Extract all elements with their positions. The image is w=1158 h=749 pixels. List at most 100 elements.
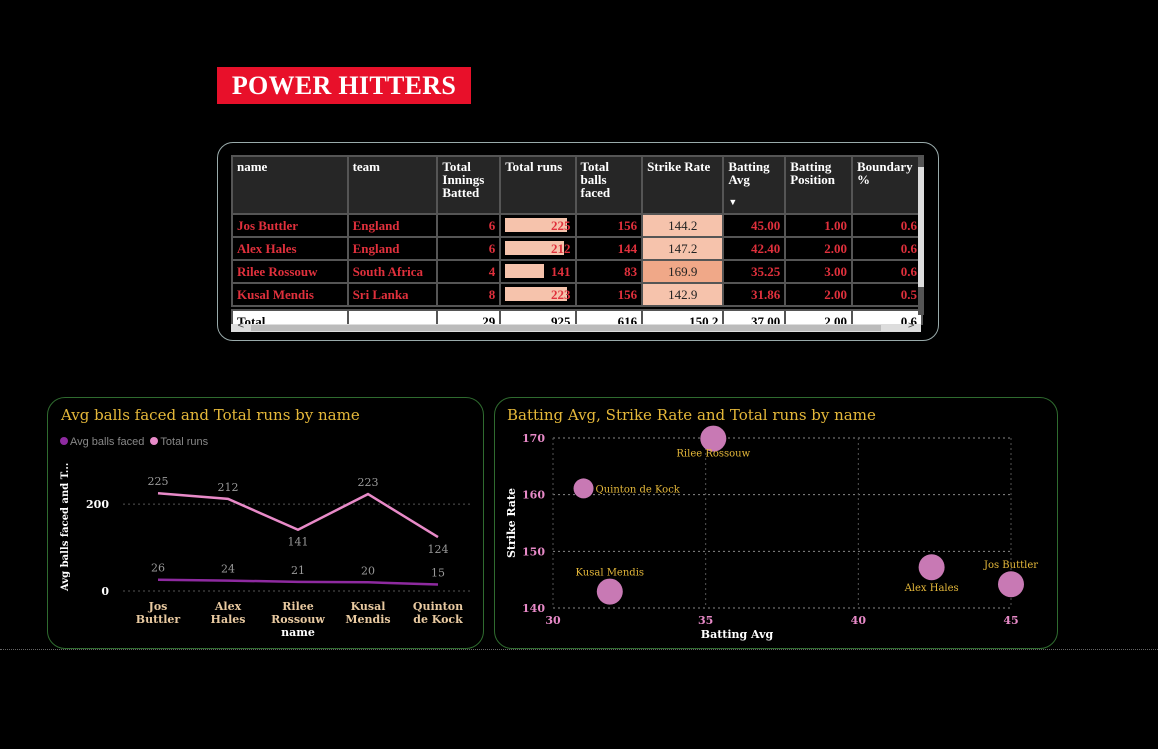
- cell-innings[interactable]: 6: [436, 236, 502, 261]
- cell-team[interactable]: England: [346, 213, 439, 238]
- cell-name[interactable]: Alex Hales: [231, 236, 349, 261]
- scatter-point[interactable]: [596, 578, 623, 605]
- cell-batting-position[interactable]: 2.00: [784, 236, 854, 261]
- x-tick-label: Rossouw: [271, 613, 325, 626]
- cell-team[interactable]: England: [346, 236, 439, 261]
- runs-data-bar: [505, 264, 545, 278]
- column-header-team[interactable]: team: [346, 155, 439, 215]
- y-tick-label: 170: [522, 432, 545, 445]
- scatter-point[interactable]: [573, 478, 594, 499]
- cell-batting-avg[interactable]: 31.86: [722, 282, 787, 307]
- stats-table-viewport: name team Total Innings Batted Total run…: [231, 155, 923, 325]
- data-label: 26: [151, 562, 165, 575]
- cell-batting-position[interactable]: 2.00: [784, 282, 854, 307]
- scroll-right-icon[interactable]: >: [907, 321, 915, 331]
- cell-batting-position[interactable]: 1.00: [784, 213, 854, 238]
- cell-runs-value: 225: [551, 218, 571, 233]
- scatter-point[interactable]: [918, 554, 945, 581]
- column-header-name[interactable]: name: [231, 155, 349, 215]
- x-tick-label: 30: [545, 614, 561, 627]
- data-label: 15: [431, 566, 445, 579]
- horizontal-scrollbar-thumb[interactable]: [251, 325, 881, 331]
- cell-balls[interactable]: 83: [574, 259, 644, 284]
- y-axis-label: Strike Rate: [505, 488, 518, 558]
- scatter-point[interactable]: [998, 571, 1024, 598]
- column-header-boundary[interactable]: Boundary %: [851, 155, 923, 215]
- page-title-banner: POWER HITTERS: [217, 67, 471, 104]
- data-label: 225: [148, 475, 169, 488]
- cell-strike-rate[interactable]: 144.2: [641, 213, 725, 238]
- cell-innings[interactable]: 8: [436, 282, 502, 307]
- cell-runs[interactable]: 223: [499, 282, 577, 307]
- table-row[interactable]: Jos Buttler England 6 225 156 144.2 45.00 1.00 0…: [231, 213, 923, 238]
- cell-runs[interactable]: 225: [499, 213, 577, 238]
- page-divider: [0, 649, 1158, 650]
- x-axis-label: name: [281, 626, 315, 639]
- total-balls: 616: [574, 309, 644, 325]
- series-line-avg-balls: [157, 578, 439, 586]
- total-label: Total: [231, 309, 349, 325]
- cell-runs[interactable]: 141: [499, 259, 577, 284]
- cell-team[interactable]: Sri Lanka: [346, 282, 439, 307]
- line-chart-plot: 0 200 Avg balls faced and T... 225 212 141 223…: [60, 463, 473, 639]
- x-tick-label: Quinton: [413, 600, 463, 613]
- point-label: Rilee Rossouw: [676, 449, 750, 460]
- table-row[interactable]: Kusal Mendis Sri Lanka 8 223 156 142.9 31.86 2.…: [231, 282, 923, 307]
- column-header-runs[interactable]: Total runs: [499, 155, 577, 215]
- point-label: Kusal Mendis: [576, 568, 645, 579]
- y-tick-label: 150: [522, 545, 545, 558]
- cell-name[interactable]: Rilee Rossouw: [231, 259, 349, 284]
- horizontal-scrollbar[interactable]: < >: [231, 321, 921, 332]
- cell-innings[interactable]: 4: [436, 259, 502, 284]
- series-line-total-runs: [157, 491, 439, 539]
- cell-innings[interactable]: 6: [436, 213, 502, 238]
- cell-balls[interactable]: 144: [574, 236, 644, 261]
- cell-batting-avg[interactable]: 35.25: [722, 259, 787, 284]
- cell-name[interactable]: Kusal Mendis: [231, 282, 349, 307]
- x-axis-label: Batting Avg: [701, 628, 774, 641]
- vertical-scrollbar[interactable]: [918, 155, 924, 315]
- scroll-left-icon[interactable]: <: [237, 321, 245, 331]
- column-header-strike-rate[interactable]: Strike Rate: [641, 155, 725, 215]
- cell-balls[interactable]: 156: [574, 282, 644, 307]
- data-label: 21: [291, 564, 305, 577]
- table-total-row[interactable]: Total 29 925 616 150.2 37.00 2.00 0.6: [231, 309, 923, 325]
- cell-batting-avg[interactable]: 45.00: [722, 213, 787, 238]
- cell-batting-avg[interactable]: 42.40: [722, 236, 787, 261]
- cell-boundary[interactable]: 0.6: [851, 236, 923, 261]
- total-batting-avg: 37.00: [722, 309, 787, 325]
- cell-batting-position[interactable]: 3.00: [784, 259, 854, 284]
- total-team: [346, 309, 439, 325]
- x-tick-label: Mendis: [345, 613, 390, 626]
- column-header-innings[interactable]: Total Innings Batted: [436, 155, 502, 215]
- column-header-batting-position[interactable]: Batting Position: [784, 155, 854, 215]
- cell-runs-value: 223: [551, 287, 571, 302]
- x-tick-label: 45: [1003, 614, 1018, 627]
- cell-runs[interactable]: 212: [499, 236, 577, 261]
- cell-name[interactable]: Jos Buttler: [231, 213, 349, 238]
- sort-desc-icon[interactable]: ▼: [728, 196, 737, 209]
- table-row[interactable]: Alex Hales England 6 212 144 147.2 42.40 2.00 0.…: [231, 236, 923, 261]
- vertical-scrollbar-thumb[interactable]: [918, 167, 924, 287]
- cell-strike-rate[interactable]: 147.2: [641, 236, 725, 261]
- total-strike-rate: 150.2: [641, 309, 725, 325]
- total-batting-position: 2.00: [784, 309, 854, 325]
- x-tick-label: Jos: [148, 600, 168, 613]
- cell-team[interactable]: South Africa: [346, 259, 439, 284]
- column-header-batting-avg-label: Batting Avg: [728, 159, 770, 187]
- data-label: 212: [218, 481, 239, 494]
- column-header-batting-avg[interactable]: Batting Avg ▼: [722, 155, 787, 215]
- cell-strike-rate[interactable]: 142.9: [641, 282, 725, 307]
- cell-boundary[interactable]: 0.5: [851, 282, 923, 307]
- cell-boundary[interactable]: 0.6: [851, 213, 923, 238]
- cell-runs-value: 141: [551, 264, 571, 279]
- data-label: 124: [428, 543, 449, 556]
- data-label: 24: [221, 563, 235, 576]
- table-row[interactable]: Rilee Rossouw South Africa 4 141 83 169.9 35.2…: [231, 259, 923, 284]
- cell-balls[interactable]: 156: [574, 213, 644, 238]
- cell-strike-rate[interactable]: 169.9: [641, 259, 725, 284]
- data-label: 20: [361, 564, 375, 577]
- cell-boundary[interactable]: 0.6: [851, 259, 923, 284]
- column-header-balls[interactable]: Total balls faced: [574, 155, 644, 215]
- x-tick-label: 35: [698, 614, 713, 627]
